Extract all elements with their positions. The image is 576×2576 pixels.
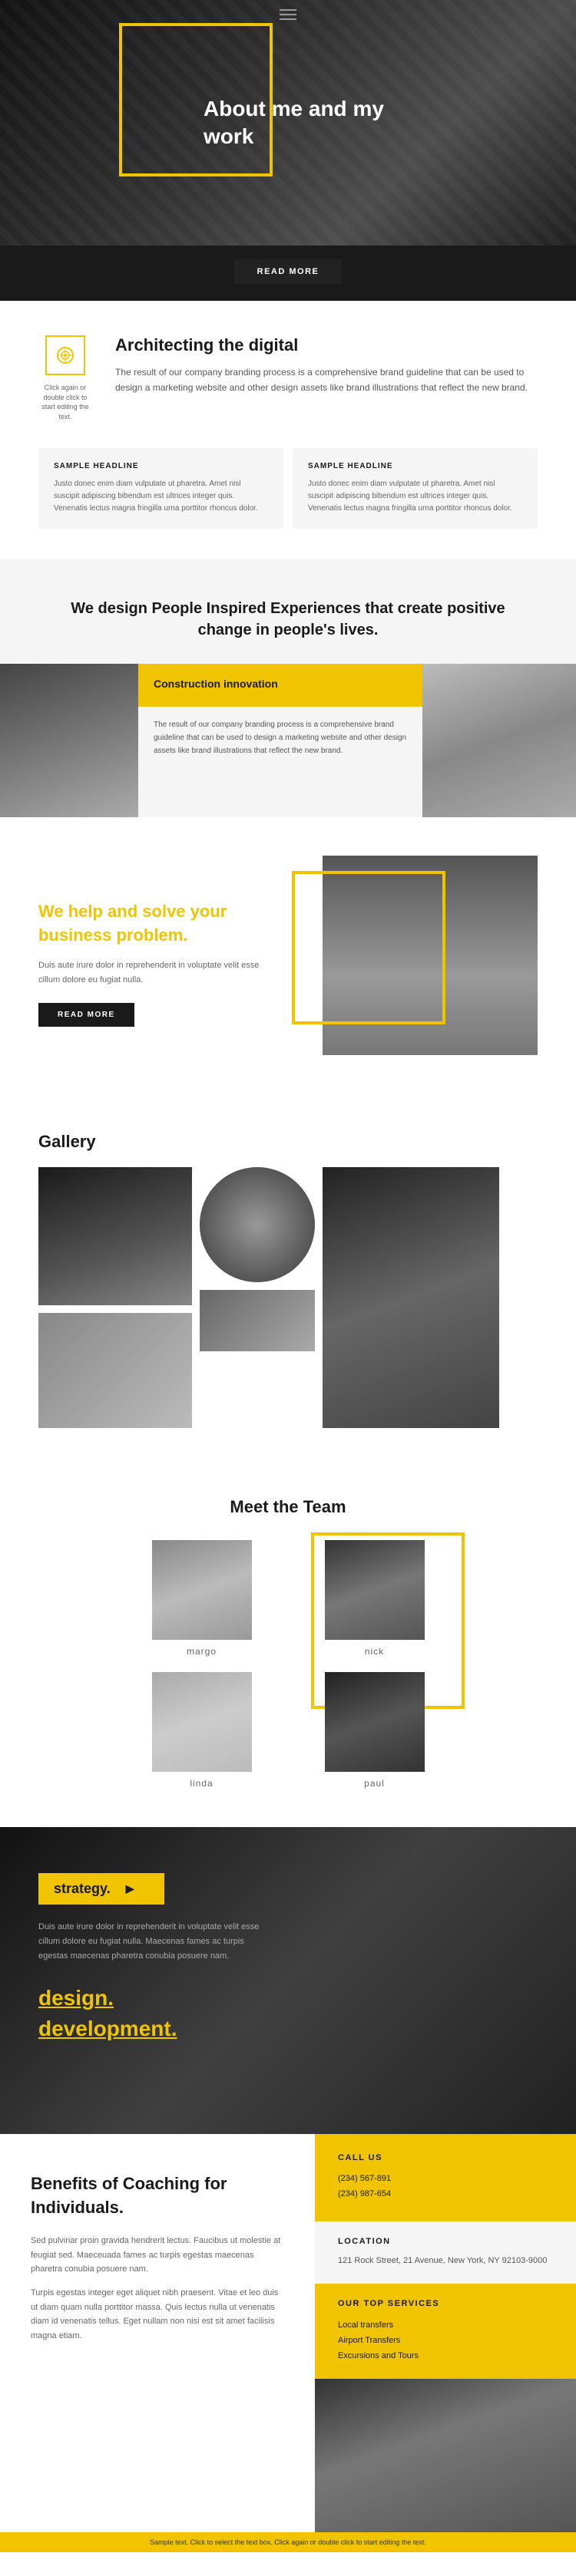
- arch-title: Architecting the digital: [115, 335, 538, 355]
- strategy-pill[interactable]: strategy. ▶: [38, 1873, 164, 1905]
- strategy-section: strategy. ▶ Duis aute irure dolor in rep…: [0, 1827, 576, 2134]
- contact-title: CALL US: [338, 2153, 553, 2162]
- sample-col-1: SAMPLE HEADLINE Justo donec enim diam vu…: [38, 448, 283, 529]
- gallery-col-2: [200, 1167, 315, 1428]
- construction-title: Construction innovation: [154, 678, 407, 690]
- we-design-heading: We design People Inspired Experiences th…: [46, 598, 530, 641]
- we-help-left: We help and solve your business problem.…: [38, 900, 292, 1027]
- service-item-1: Local transfers: [338, 2317, 553, 2333]
- benefits-para2: Turpis egestas integer eget aliquet nibh…: [31, 2286, 284, 2343]
- arch-edit-hint: Click again or double click to start edi…: [38, 383, 92, 421]
- arch-right: Architecting the digital The result of o…: [115, 335, 538, 396]
- play-icon: ▶: [126, 1882, 134, 1895]
- team-grid: margo nick linda paul: [127, 1540, 449, 1789]
- benefits-para1: Sed pulvinar proin gravida hendrerit lec…: [31, 2234, 284, 2277]
- hamburger-menu[interactable]: [280, 9, 296, 20]
- we-help-title-part2: business: [38, 925, 116, 945]
- construction-row: Construction innovation The result of ou…: [0, 641, 576, 817]
- strategy-pill-text: strategy.: [54, 1881, 111, 1897]
- we-help-image: [323, 856, 538, 1055]
- we-help-title-highlight: problem.: [116, 925, 187, 945]
- construction-body: The result of our company branding proce…: [138, 707, 422, 817]
- hero-section: About me and my work: [0, 0, 576, 246]
- gallery-image-3: [200, 1290, 315, 1351]
- service-item-2: Airport Transfers: [338, 2333, 553, 2348]
- gallery-col-1: [38, 1167, 192, 1428]
- location-title: LOCATION: [338, 2237, 553, 2246]
- team-member-paul: paul: [300, 1672, 449, 1789]
- services-list: Local transfers Airport Transfers Excurs…: [338, 2317, 553, 2363]
- gallery-image-5: [38, 1313, 192, 1428]
- we-help-read-more-button[interactable]: READ MORE: [38, 1003, 134, 1027]
- development-label: development.: [38, 2017, 538, 2041]
- team-name-nick: nick: [365, 1646, 384, 1657]
- sample-body-1: Justo donec enim diam vulputate ut phare…: [54, 478, 268, 515]
- hero-title: About me and my work: [204, 95, 396, 151]
- we-help-title: We help and solve your business problem.: [38, 900, 269, 948]
- strategy-content: strategy. ▶ Duis aute irure dolor in rep…: [0, 1827, 576, 2087]
- construction-img-left: [0, 664, 138, 817]
- team-name-margo: margo: [187, 1646, 217, 1657]
- team-photo-paul: [325, 1672, 425, 1772]
- team-title: Meet the Team: [46, 1497, 530, 1517]
- we-help-section: We help and solve your business problem.…: [0, 817, 576, 1109]
- sample-headlines: SAMPLE HEADLINE Justo donec enim diam vu…: [0, 448, 576, 559]
- we-design-section: We design People Inspired Experiences th…: [0, 559, 576, 641]
- sample-col-2: SAMPLE HEADLINE Justo donec enim diam vu…: [293, 448, 538, 529]
- sample-headline-1: SAMPLE HEADLINE: [54, 462, 268, 470]
- footer-hint: Sample text. Click to select the text bo…: [0, 2532, 576, 2552]
- service-item-3: Excursions and Tours: [338, 2348, 553, 2363]
- benefits-title: Benefits of Coaching for Individuals.: [31, 2172, 284, 2220]
- location-address: 121 Rock Street, 21 Avenue, New York, NY…: [338, 2254, 553, 2268]
- hero-content: About me and my work: [180, 95, 396, 151]
- team-member-linda: linda: [127, 1672, 276, 1789]
- team-name-linda: linda: [190, 1778, 213, 1789]
- arch-icon: [45, 335, 85, 375]
- team-member-nick: nick: [300, 1540, 449, 1657]
- contact-phone2: (234) 987-654: [338, 2187, 553, 2202]
- team-photo-nick: [325, 1540, 425, 1640]
- arch-section: Click again or double click to start edi…: [0, 301, 576, 448]
- strategy-body: Duis aute irure dolor in reprehenderit i…: [38, 1920, 269, 1963]
- gallery-grid: [38, 1167, 538, 1428]
- services-box: OUR TOP SERVICES Local transfers Airport…: [315, 2284, 576, 2379]
- arch-description: The result of our company branding proce…: [115, 364, 538, 396]
- team-photo-linda: [152, 1672, 252, 1772]
- we-help-right: [292, 856, 538, 1070]
- arch-svg-icon: [55, 345, 76, 366]
- location-box: LOCATION 121 Rock Street, 21 Avenue, New…: [315, 2221, 576, 2284]
- sample-body-2: Justo donec enim diam vulputate ut phare…: [308, 478, 522, 515]
- gallery-image-1: [38, 1167, 192, 1305]
- benefits-left: Benefits of Coaching for Individuals. Se…: [0, 2134, 315, 2531]
- team-member-margo: margo: [127, 1540, 276, 1657]
- services-title: OUR TOP SERVICES: [338, 2299, 553, 2308]
- hero-btn-wrap: READ MORE: [0, 246, 576, 301]
- gallery-image-4: [323, 1167, 499, 1428]
- construction-img-right: [422, 664, 576, 817]
- gallery-section: Gallery: [0, 1109, 576, 1466]
- construction-box: Construction innovation: [138, 664, 422, 707]
- benefits-right: CALL US (234) 567-891 (234) 987-654 LOCA…: [315, 2134, 576, 2531]
- benefits-section: Benefits of Coaching for Individuals. Se…: [0, 2134, 576, 2531]
- construction-center: Construction innovation The result of ou…: [138, 664, 422, 817]
- we-help-body: Duis aute irure dolor in reprehenderit i…: [38, 958, 269, 987]
- services-photo: [315, 2379, 576, 2532]
- gallery-col-3: [323, 1167, 499, 1428]
- arch-left: Click again or double click to start edi…: [38, 335, 92, 421]
- gallery-image-2: [200, 1167, 315, 1282]
- team-section: Meet the Team margo nick linda paul: [0, 1466, 576, 1827]
- contact-phone1: (234) 567-891: [338, 2172, 553, 2187]
- gallery-title: Gallery: [38, 1132, 538, 1152]
- team-photo-margo: [152, 1540, 252, 1640]
- contact-box: CALL US (234) 567-891 (234) 987-654: [315, 2134, 576, 2221]
- sample-headline-2: SAMPLE HEADLINE: [308, 462, 522, 470]
- footer-hint-text: Sample text. Click to select the text bo…: [150, 2538, 426, 2546]
- design-label: design.: [38, 1986, 538, 2010]
- read-more-button[interactable]: READ MORE: [234, 259, 343, 284]
- team-name-paul: paul: [364, 1778, 385, 1789]
- we-help-title-part1: We help and solve your: [38, 902, 227, 921]
